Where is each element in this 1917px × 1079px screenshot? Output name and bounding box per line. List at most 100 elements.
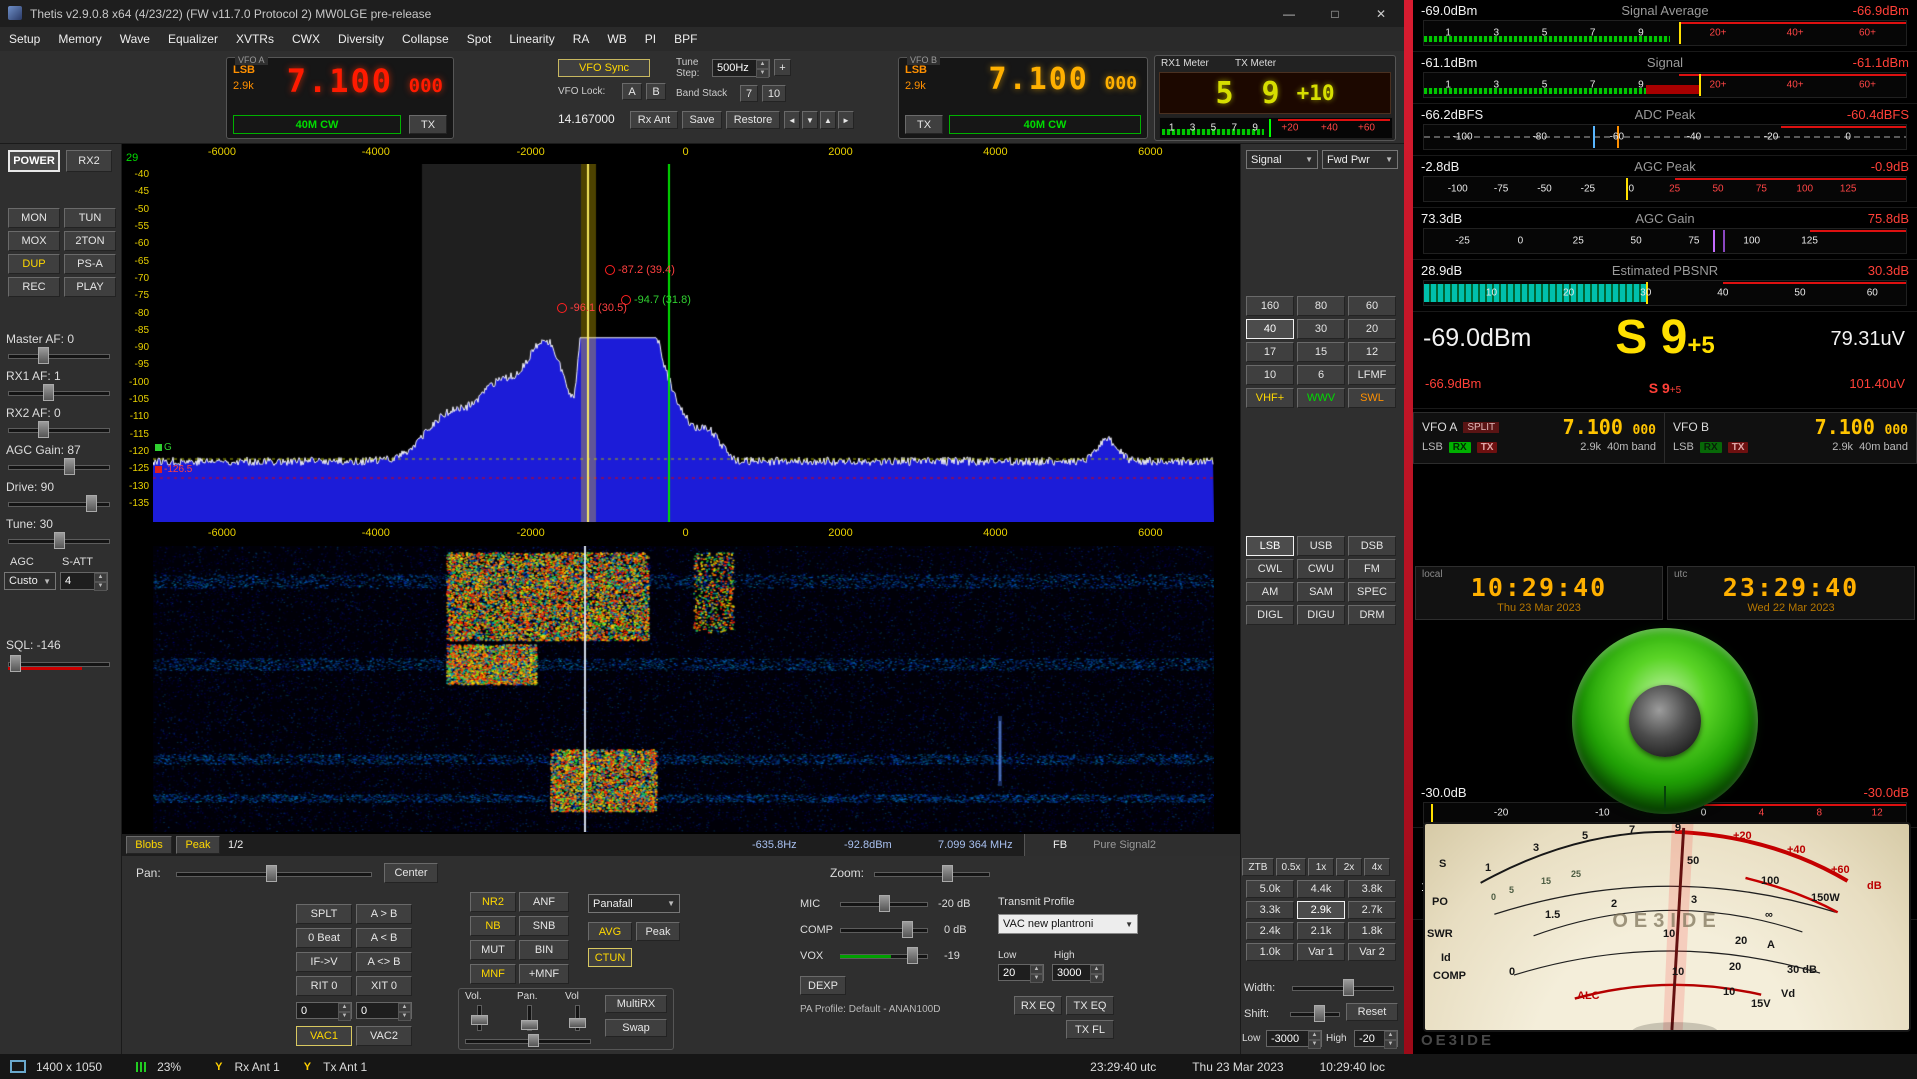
tuning-knob[interactable] xyxy=(1572,628,1758,814)
mixer-pan-slider[interactable] xyxy=(463,1033,593,1047)
rx2-af-slider[interactable] xyxy=(6,420,112,437)
display-mode-select[interactable]: Panafall▼ xyxy=(588,894,680,913)
vfo-sync-button[interactable]: VFO Sync xyxy=(558,59,650,77)
mode-button[interactable]: CWU xyxy=(1297,559,1345,579)
vac2-button[interactable]: VAC2 xyxy=(356,1026,412,1046)
mode-button[interactable]: DRM xyxy=(1348,605,1396,625)
master-af-slider[interactable] xyxy=(6,346,112,363)
rx-eq-button[interactable]: RX EQ xyxy=(1014,996,1062,1015)
spectrum-canvas[interactable] xyxy=(153,164,1214,522)
power-button[interactable]: POWER xyxy=(8,150,60,172)
menu-item[interactable]: Setup xyxy=(0,27,49,51)
filter-shift-slider[interactable] xyxy=(1288,1004,1342,1021)
filter-width-slider[interactable] xyxy=(1290,978,1396,995)
vfo-operation-button[interactable]: A > B xyxy=(356,904,412,924)
agc-gain-slider[interactable] xyxy=(6,457,112,474)
zoom-preset-button[interactable]: ZTB xyxy=(1242,858,1274,876)
dsp-button[interactable]: NB xyxy=(470,916,516,936)
menu-item[interactable]: Wave xyxy=(111,27,159,51)
mode-button[interactable]: USB xyxy=(1297,536,1345,556)
tx-low-spinner[interactable]: 20▲▼ xyxy=(998,964,1044,981)
xit-spinner[interactable]: 0▲▼ xyxy=(356,1002,412,1019)
dsp-button[interactable]: MUT xyxy=(470,940,516,960)
vfo-a-tx-button[interactable]: TX xyxy=(409,115,447,134)
filter-button[interactable]: Var 2 xyxy=(1348,943,1396,961)
save-button[interactable]: Save xyxy=(682,111,722,129)
center-button[interactable]: Center xyxy=(384,863,438,883)
menu-item[interactable]: CWX xyxy=(283,27,329,51)
vfo-lock-b-button[interactable]: B xyxy=(646,83,666,100)
satt-spinner-arrows[interactable]: ▲▼ xyxy=(94,573,107,589)
vfo-operation-button[interactable]: 0 Beat xyxy=(296,928,352,948)
console-vfo-a[interactable]: VFO A SPLIT 7.100 000 LSB RX TX 2.9k 40m… xyxy=(1414,413,1665,463)
menu-item[interactable]: Linearity xyxy=(500,27,563,51)
transmit-profile-select[interactable]: VAC new plantroni▼ xyxy=(998,914,1138,934)
rx1-af-slider[interactable] xyxy=(6,383,112,400)
menu-item[interactable]: Diversity xyxy=(329,27,393,51)
tune-step-arrows[interactable]: ▲▼ xyxy=(756,60,769,76)
rx-ant-button[interactable]: Rx Ant xyxy=(630,111,678,129)
vol-sub-slider[interactable] xyxy=(569,1003,584,1033)
zoom-slider[interactable] xyxy=(872,864,992,882)
dsp-button[interactable]: ANF xyxy=(519,892,569,912)
filter-button[interactable]: 5.0k xyxy=(1246,880,1294,898)
vfo-operation-button[interactable]: RIT 0 xyxy=(296,976,352,996)
band-stack-7-button[interactable]: 7 xyxy=(740,85,758,102)
menu-item[interactable]: WB xyxy=(598,27,635,51)
tx-eq-button[interactable]: TX EQ xyxy=(1066,996,1114,1015)
vfo-a-frequency[interactable]: 7.100 000 xyxy=(287,62,443,100)
band-button[interactable]: 60 xyxy=(1348,296,1396,316)
mode-button[interactable]: LSB xyxy=(1246,536,1294,556)
band-arrow-button[interactable]: ▼ xyxy=(802,111,818,129)
close-button[interactable]: ✕ xyxy=(1358,0,1404,27)
peak-button[interactable]: Peak xyxy=(636,922,680,941)
spinner-arrows[interactable]: ▲▼ xyxy=(1384,1031,1397,1046)
filter-button[interactable]: 2.7k xyxy=(1348,901,1396,919)
menu-item[interactable]: Spot xyxy=(458,27,501,51)
sidebar-toggle-button[interactable]: TUN xyxy=(64,208,116,228)
dsp-button[interactable]: +MNF xyxy=(519,964,569,984)
mode-button[interactable]: DIGU xyxy=(1297,605,1345,625)
filter-button[interactable]: 1.8k xyxy=(1348,922,1396,940)
menu-item[interactable]: BPF xyxy=(665,27,706,51)
mode-button[interactable]: AM xyxy=(1246,582,1294,602)
vac1-button[interactable]: VAC1 xyxy=(296,1026,352,1046)
band-button[interactable]: 40 xyxy=(1246,319,1294,339)
vol-rx1-slider[interactable] xyxy=(471,1003,486,1033)
band-button[interactable]: 6 xyxy=(1297,365,1345,385)
band-button[interactable]: 12 xyxy=(1348,342,1396,362)
band-button[interactable]: WWV xyxy=(1297,388,1345,408)
dsp-button[interactable]: NR2 xyxy=(470,892,516,912)
band-button[interactable]: VHF+ xyxy=(1246,388,1294,408)
tune-step-value[interactable]: 500Hz ▲▼ xyxy=(712,59,770,77)
band-arrow-button[interactable]: ► xyxy=(838,111,854,129)
band-button[interactable]: 160 xyxy=(1246,296,1294,316)
band-stack-10-button[interactable]: 10 xyxy=(762,85,786,102)
sidebar-toggle-button[interactable]: 2TON xyxy=(64,231,116,251)
mode-button[interactable]: SAM xyxy=(1297,582,1345,602)
dsp-button[interactable]: MNF xyxy=(470,964,516,984)
avg-button[interactable]: AVG xyxy=(588,922,632,941)
zoom-preset-button[interactable]: 2x xyxy=(1336,858,1362,876)
sidebar-toggle-button[interactable]: PS-A xyxy=(64,254,116,274)
satt-spinner[interactable]: 4 ▲▼ xyxy=(60,572,108,590)
meter-rx-select[interactable]: Signal▼ xyxy=(1246,150,1318,169)
filter-button[interactable]: Var 1 xyxy=(1297,943,1345,961)
band-arrow-button[interactable]: ▲ xyxy=(820,111,836,129)
spinner-arrows[interactable]: ▲▼ xyxy=(1030,965,1043,980)
sidebar-toggle-button[interactable]: MON xyxy=(8,208,60,228)
vfo-operation-button[interactable]: A <> B xyxy=(356,952,412,972)
console-vfo-b[interactable]: VFO B 7.100 000 LSB RX TX 2.9k 40m band xyxy=(1665,413,1916,463)
pan-rx1-slider[interactable] xyxy=(521,1003,536,1033)
filter-button[interactable]: 2.9k xyxy=(1297,901,1345,919)
mode-button[interactable]: SPEC xyxy=(1348,582,1396,602)
filter-high-spinner[interactable]: -20▲▼ xyxy=(1354,1030,1398,1047)
filter-low-spinner[interactable]: -3000▲▼ xyxy=(1266,1030,1322,1047)
mode-button[interactable]: CWL xyxy=(1246,559,1294,579)
tune-power-slider[interactable] xyxy=(6,531,112,548)
band-button[interactable]: 10 xyxy=(1246,365,1294,385)
rit-spinner[interactable]: 0▲▼ xyxy=(296,1002,352,1019)
band-button[interactable]: 80 xyxy=(1297,296,1345,316)
minimize-button[interactable]: — xyxy=(1266,0,1312,27)
filter-button[interactable]: 1.0k xyxy=(1246,943,1294,961)
